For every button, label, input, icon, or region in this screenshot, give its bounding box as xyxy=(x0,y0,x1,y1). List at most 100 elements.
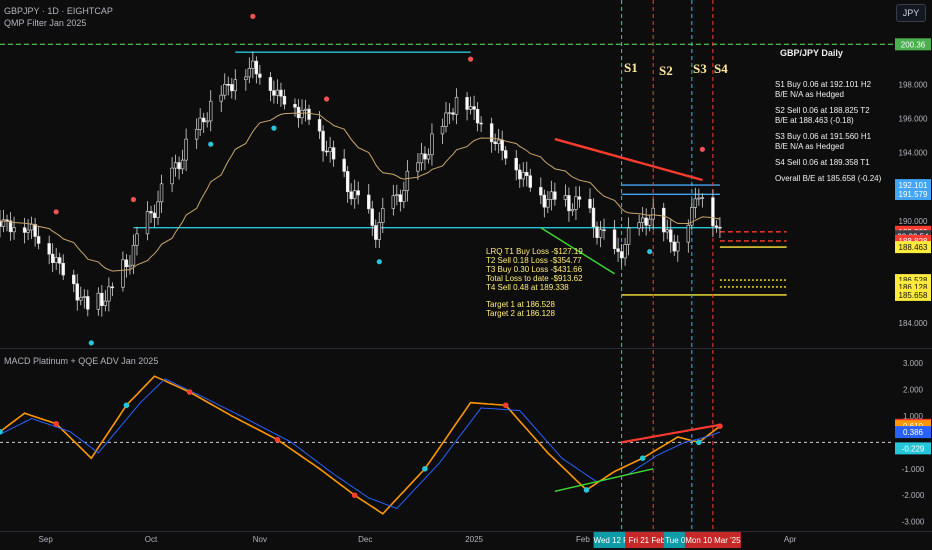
candle-body xyxy=(514,157,518,171)
candle-body xyxy=(205,120,209,123)
candle-body xyxy=(29,224,34,231)
candle-body xyxy=(33,224,37,237)
price-label: 185.658 xyxy=(899,291,928,300)
candle-body xyxy=(300,110,304,119)
note-line: B/E at 188.463 (-0.18) xyxy=(775,116,854,125)
candle-body xyxy=(598,229,603,238)
candle-body xyxy=(430,133,434,156)
candle-body xyxy=(416,162,420,172)
time-axis-tick: Nov xyxy=(253,535,267,544)
candle-body xyxy=(352,190,357,200)
trade-notes: GBP/JPY Daily S1 Buy 0.06 at 192.101 H2 B… xyxy=(775,48,885,184)
candle-body xyxy=(521,172,525,180)
candle-body xyxy=(686,224,691,243)
candle-body xyxy=(647,218,652,226)
candle-body xyxy=(370,208,374,226)
macd-cross-dot xyxy=(186,389,193,395)
macd-cross-dot xyxy=(123,402,130,409)
macd-axis-tick: -1.000 xyxy=(902,465,925,474)
candle-body xyxy=(711,197,715,227)
candle-body xyxy=(426,154,431,160)
price-axis-tick: 190.000 xyxy=(899,217,928,226)
candle-body xyxy=(223,83,227,96)
candle-body xyxy=(156,201,160,218)
candle-body xyxy=(669,229,673,243)
candle-body xyxy=(504,150,508,159)
date-tag: Mon 10 Mar '25 xyxy=(685,536,741,545)
candle-body xyxy=(623,244,627,259)
candle-body xyxy=(50,253,55,264)
candle-body xyxy=(321,130,325,152)
candle-body xyxy=(75,283,79,301)
loss-line: Target 2 at 186.128 xyxy=(486,309,555,318)
candle-body xyxy=(367,194,371,210)
candle-body xyxy=(626,227,631,245)
candle-body xyxy=(718,226,722,229)
macd-axis-tick: 2.000 xyxy=(903,385,924,394)
candle-body xyxy=(479,122,483,125)
candle-body xyxy=(588,199,592,209)
ema-line xyxy=(0,112,720,272)
macd-cross-dot xyxy=(53,421,59,427)
sell-dot xyxy=(53,209,59,215)
note-line: S1 Buy 0.06 at 192.101 H2 xyxy=(775,80,872,89)
candle-body xyxy=(454,97,459,115)
candle-body xyxy=(296,106,301,119)
loss-line xyxy=(486,292,583,300)
candle-body xyxy=(377,222,381,240)
candle-body xyxy=(145,211,150,235)
currency-button[interactable]: JPY xyxy=(896,4,926,22)
sell-dot xyxy=(467,56,474,62)
candle-body xyxy=(272,90,276,96)
candle-body xyxy=(672,241,676,252)
note-line: S2 Sell 0.06 at 188.825 T2 xyxy=(775,106,870,115)
note-line: Overall B/E at 185.658 (-0.24) xyxy=(775,174,882,183)
time-axis-tick: Oct xyxy=(145,535,158,544)
price-label: 188.463 xyxy=(899,243,928,252)
candle-body xyxy=(577,196,582,200)
candle-body xyxy=(465,97,469,110)
sell-dot xyxy=(130,196,137,203)
macd-cross-dot xyxy=(639,455,646,462)
candle-body xyxy=(254,60,259,75)
candle-body xyxy=(47,243,51,255)
candle-body xyxy=(22,227,27,233)
candle-body xyxy=(391,195,396,209)
candle-body xyxy=(405,170,410,191)
candle-body xyxy=(546,199,550,208)
candle-body xyxy=(275,89,280,96)
buy-dot xyxy=(208,141,214,147)
candle-body xyxy=(451,112,455,115)
candle-body xyxy=(381,208,385,223)
candle-body xyxy=(26,229,30,233)
candle-body xyxy=(374,225,378,240)
candle-body xyxy=(72,274,76,285)
candle-body xyxy=(110,286,115,289)
loss-line: Total Loss to date -$913.62 xyxy=(486,274,583,283)
candle-body xyxy=(662,207,666,233)
candle-body xyxy=(251,60,255,69)
candle-body xyxy=(293,103,297,108)
candle-body xyxy=(398,194,403,202)
candle-body xyxy=(447,112,452,115)
candle-body xyxy=(475,109,480,124)
candle-body xyxy=(468,106,473,110)
macd-cross-dot xyxy=(583,487,590,493)
candle-body xyxy=(247,68,252,78)
loss-line: LRQ T1 Buy Loss -$127.19 xyxy=(486,247,583,256)
candle-body xyxy=(542,194,547,208)
macd-bull-divergence xyxy=(554,468,654,492)
note-line: B/E N/A as Hedged xyxy=(775,142,844,151)
candle-body xyxy=(79,297,83,301)
candle-body xyxy=(279,89,283,97)
candle-body xyxy=(553,191,557,200)
candle-body xyxy=(173,162,178,169)
candle-body xyxy=(518,169,522,180)
time-axis-tick: 2025 xyxy=(465,535,483,544)
candle-body xyxy=(54,257,58,264)
loss-line: Target 1 at 186.528 xyxy=(486,300,555,309)
candle-body xyxy=(651,207,655,220)
candle-body xyxy=(676,241,680,252)
loss-line: T4 Sell 0.48 at 189.338 xyxy=(486,283,569,292)
sell-dot xyxy=(323,96,330,102)
